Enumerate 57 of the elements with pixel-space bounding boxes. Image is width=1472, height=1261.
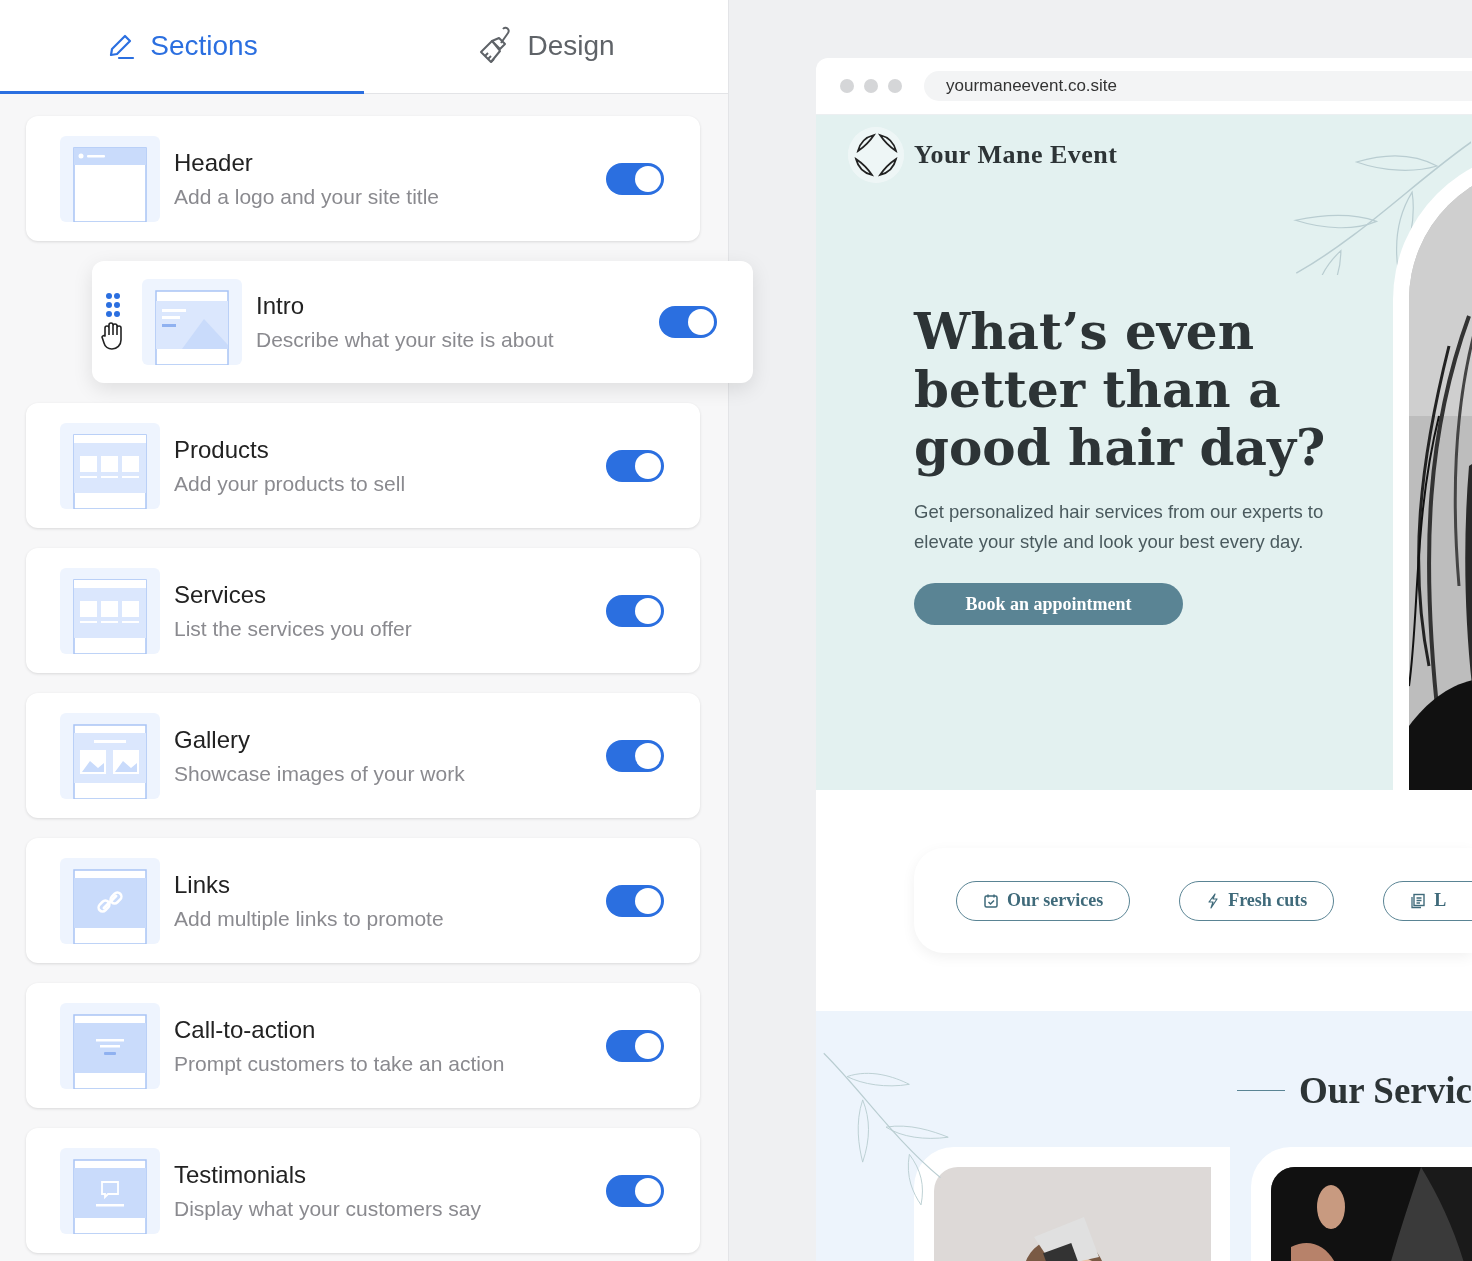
hero-heading: What’s even better than a good hair day? <box>914 303 1327 477</box>
address-bar[interactable]: yourmaneevent.co.site <box>924 71 1472 101</box>
section-title: Links <box>174 870 232 899</box>
drag-handle-icon[interactable] <box>105 292 121 318</box>
document-icon <box>1410 892 1427 909</box>
section-description: Describe what your site is about <box>256 328 555 352</box>
section-description: Prompt customers to take an action <box>174 1051 506 1076</box>
section-card[interactable]: Call-to-action Prompt customers to take an action <box>26 983 700 1108</box>
section-card[interactable]: Header Add a logo and your site title <box>26 116 700 241</box>
toggle-switch[interactable] <box>606 884 664 917</box>
toggle-switch[interactable] <box>606 449 664 482</box>
layout-thumbnail-icon <box>60 1002 160 1089</box>
section-description: Showcase images of your work <box>174 761 466 786</box>
section-card[interactable]: Gallery Showcase images of your work <box>26 693 700 818</box>
nav-pill[interactable]: Fresh cuts <box>1179 880 1335 921</box>
section-title: Call-to-action <box>174 1015 317 1044</box>
section-card[interactable]: Links Add multiple links to promote <box>26 838 700 963</box>
layout-thumbnail-icon <box>142 279 242 365</box>
book-button[interactable]: Book an appointment <box>914 583 1183 625</box>
tab[interactable]: Sections <box>0 0 364 94</box>
toggle-switch[interactable] <box>606 739 664 772</box>
section-description: List the services you offer <box>174 616 413 641</box>
section-description: Add your products to sell <box>174 471 407 496</box>
calendar-check-icon <box>983 892 999 909</box>
section-title: Header <box>174 148 254 177</box>
layout-thumbnail-icon <box>60 135 160 222</box>
section-title: Products <box>174 435 270 464</box>
section-heading: Our Servic <box>1299 1069 1472 1112</box>
window-dot-icon <box>840 79 854 93</box>
toggle-switch[interactable] <box>659 306 717 338</box>
section-title: Services <box>174 580 268 609</box>
toggle-switch[interactable] <box>606 594 664 627</box>
section-card[interactable]: Testimonials Display what your customers say <box>26 1128 700 1253</box>
layout-thumbnail-icon <box>60 857 160 944</box>
section-card[interactable]: Services List the services you offer <box>26 548 700 673</box>
toggle-switch[interactable] <box>606 1029 664 1062</box>
window-dot-icon <box>864 79 878 93</box>
section-title: Testimonials <box>174 1160 308 1189</box>
layout-thumbnail-icon <box>60 567 160 654</box>
section-title: Gallery <box>174 725 252 754</box>
toggle-switch[interactable] <box>606 162 664 195</box>
hero-text: Get personalized hair services from our experts to elevate your style and look your best every day. <box>914 500 1325 554</box>
nav-pill[interactable]: Our services <box>956 880 1131 921</box>
layout-thumbnail-icon <box>60 1147 160 1234</box>
section-card[interactable]: Intro Describe what your site is about <box>92 261 753 383</box>
nav-pill[interactable]: L <box>1383 880 1472 921</box>
layout-thumbnail-icon <box>60 712 160 799</box>
site-name: Your Mane Event <box>914 140 1118 170</box>
tab[interactable]: Design <box>364 0 728 94</box>
window-dot-icon <box>888 79 902 93</box>
section-description: Add multiple links to promote <box>174 906 445 931</box>
section-card[interactable]: Products Add your products to sell <box>26 403 700 528</box>
section-title: Intro <box>256 292 306 320</box>
layout-thumbnail-icon <box>60 422 160 509</box>
toggle-switch[interactable] <box>606 1174 664 1207</box>
section-description: Display what your customers say <box>174 1196 482 1221</box>
section-description: Add a logo and your site title <box>174 184 440 209</box>
